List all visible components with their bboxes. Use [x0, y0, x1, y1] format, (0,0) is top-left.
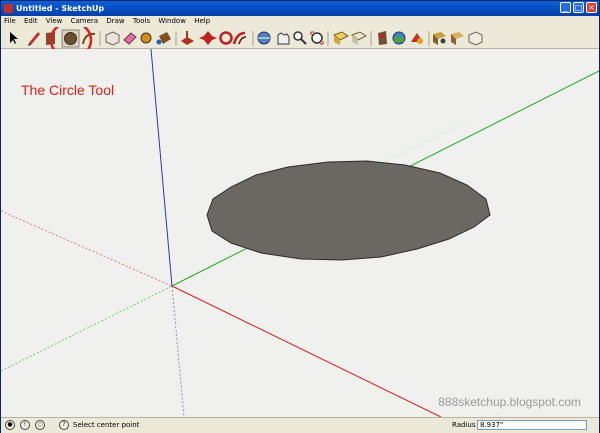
eraser-tool-icon[interactable]	[123, 32, 137, 45]
orbit-tool-icon[interactable]	[257, 31, 271, 45]
select-tool-icon[interactable]	[10, 32, 18, 44]
menu-file[interactable]: File	[1, 16, 19, 27]
maximize-button[interactable]: □	[573, 2, 584, 13]
tape-measure-icon[interactable]	[140, 32, 152, 44]
status-message: Select center point	[73, 421, 140, 429]
warehouse-share-icon[interactable]	[451, 32, 464, 45]
geo-location-icon[interactable]: ●	[5, 420, 15, 430]
menu-bar: File Edit View Camera Draw Tools Window …	[1, 16, 599, 27]
user-icon[interactable]: ○	[35, 420, 45, 430]
window-title: Untitled - SketchUp	[16, 4, 105, 13]
red-axis-negative	[1, 210, 173, 287]
move-tool-icon[interactable]	[199, 31, 217, 45]
minimize-button[interactable]: _	[560, 2, 571, 13]
measurement-input[interactable]: 8.937"	[477, 420, 587, 430]
toolbar	[1, 27, 599, 49]
credits-icon[interactable]: !	[20, 420, 30, 430]
menu-view[interactable]: View	[43, 16, 66, 27]
close-button[interactable]: ×	[586, 2, 597, 13]
zoom-tool-icon[interactable]	[293, 31, 307, 45]
circle-face[interactable]	[206, 160, 491, 261]
menu-window[interactable]: Window	[155, 16, 189, 27]
red-axis	[171, 285, 442, 417]
menu-tools[interactable]: Tools	[130, 16, 153, 27]
menu-camera[interactable]: Camera	[68, 16, 101, 27]
get-current-view-icon[interactable]	[433, 32, 446, 45]
green-axis-negative	[1, 285, 173, 372]
blue-axis	[150, 49, 173, 287]
circle-tool-icon[interactable]	[61, 29, 80, 48]
title-bar: Untitled - SketchUp _ □ ×	[1, 1, 599, 16]
share-model-icon[interactable]	[351, 31, 367, 45]
menu-edit[interactable]: Edit	[21, 16, 41, 27]
menu-draw[interactable]: Draw	[103, 16, 127, 27]
drawing-viewport[interactable]: The Circle Tool 888sketchup.blogspot.com	[1, 49, 599, 417]
sketchup-app-icon	[4, 4, 13, 13]
photo-textures-icon[interactable]	[411, 33, 423, 44]
push-pull-icon[interactable]	[181, 31, 194, 45]
offset-tool-icon[interactable]	[232, 31, 247, 45]
arc-tool-icon[interactable]	[82, 32, 96, 45]
help-icon[interactable]: ?	[59, 420, 69, 430]
toggle-terrain-icon[interactable]	[392, 31, 406, 45]
make-component-icon[interactable]	[105, 31, 120, 46]
menu-help[interactable]: Help	[191, 16, 213, 27]
pencil-tool-icon[interactable]	[28, 32, 40, 46]
sketchup-window: Untitled - SketchUp _ □ × File Edit View…	[0, 0, 600, 433]
watermark: 888sketchup.blogspot.com	[438, 395, 581, 409]
status-bar: ● ! ○ ? Select center point Radius 8.937…	[1, 417, 599, 433]
blue-axis-negative	[171, 285, 185, 417]
rotate-tool-icon[interactable]	[219, 31, 233, 45]
component-icon[interactable]	[468, 31, 483, 46]
pan-tool-icon[interactable]	[277, 32, 290, 45]
zoom-extents-icon[interactable]	[310, 31, 324, 45]
add-location-icon[interactable]	[378, 31, 387, 45]
get-models-icon[interactable]	[333, 31, 349, 45]
measurement-label: Radius	[452, 421, 476, 429]
annotation-text: The Circle Tool	[21, 82, 115, 98]
paint-bucket-icon[interactable]	[156, 32, 172, 45]
